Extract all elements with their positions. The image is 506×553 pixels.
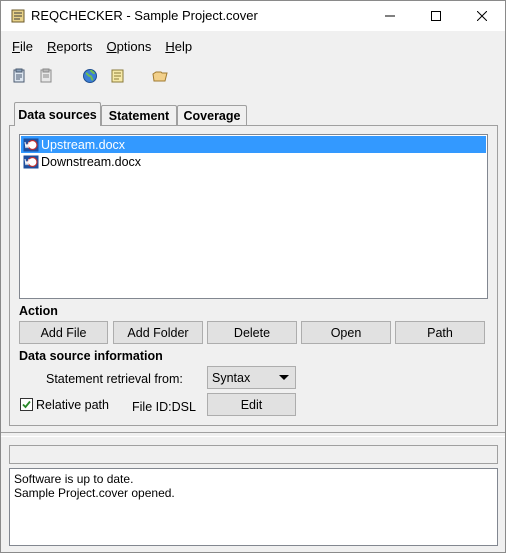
tab-statement[interactable]: Statement — [101, 105, 177, 125]
action-heading: Action — [19, 304, 58, 318]
notebook-icon — [111, 69, 124, 83]
checkmark-icon — [22, 400, 31, 409]
tab-statement-label: Statement — [108, 108, 170, 123]
menu-bar: File Reports Options Help — [1, 32, 505, 60]
tab-coverage[interactable]: Coverage — [177, 105, 247, 125]
open-project-button[interactable] — [37, 67, 55, 85]
maximize-button[interactable] — [413, 1, 459, 31]
globe-button[interactable] — [81, 67, 99, 85]
close-button[interactable] — [459, 1, 505, 31]
data-source-info-heading: Data source information — [19, 349, 163, 363]
tab-data-sources-label: Data sources — [18, 107, 97, 122]
list-item[interactable]: Downstream.docx — [21, 153, 486, 170]
tab-coverage-label: Coverage — [183, 108, 241, 123]
list-item-label: Upstream.docx — [41, 137, 126, 152]
relative-path-checkbox[interactable] — [20, 398, 33, 411]
add-folder-button[interactable]: Add Folder — [113, 321, 203, 344]
log-panel[interactable]: Software is up to date. Sample Project.c… — [9, 468, 498, 546]
title-bar: REQCHECKER - Sample Project.cover — [1, 1, 505, 31]
chevron-down-icon — [279, 375, 289, 380]
splitter[interactable] — [1, 432, 505, 437]
data-source-list[interactable]: Upstream.docx Downstream.docx — [19, 134, 488, 299]
list-item[interactable]: Upstream.docx — [21, 136, 486, 153]
menu-reports-accel: R — [46, 38, 57, 54]
menu-reports-label: eports — [56, 38, 93, 54]
app-window: REQCHECKER - Sample Project.cover File R… — [0, 0, 506, 553]
minimize-icon — [385, 15, 395, 17]
log-line: Software is up to date. — [14, 472, 134, 486]
file-id-label: File ID:DSL — [132, 400, 196, 414]
menu-options-accel: O — [106, 38, 117, 54]
window-title: REQCHECKER - Sample Project.cover — [31, 8, 258, 23]
list-item-label: Downstream.docx — [41, 154, 142, 169]
globe-icon — [83, 69, 97, 83]
menu-file-accel: F — [12, 38, 20, 54]
word-document-icon — [23, 155, 39, 168]
tab-data-sources[interactable]: Data sources — [14, 102, 101, 126]
progress-bar — [9, 445, 498, 464]
close-icon — [477, 11, 487, 21]
menu-options-label: ptions — [116, 38, 152, 54]
toolbar — [1, 61, 505, 91]
app-logo-icon — [10, 8, 26, 24]
menu-reports[interactable]: Reports — [40, 35, 100, 58]
add-file-button[interactable]: Add File — [19, 321, 108, 344]
menu-help-accel: H — [165, 38, 175, 54]
path-button[interactable]: Path — [395, 321, 485, 344]
menu-file[interactable]: File — [5, 35, 40, 58]
open-project-icon — [40, 68, 52, 83]
menu-help[interactable]: Help — [158, 35, 199, 58]
folder-icon — [152, 71, 168, 82]
open-button[interactable]: Open — [301, 321, 391, 344]
word-document-icon — [23, 138, 39, 151]
log-line: Sample Project.cover opened. — [14, 486, 175, 500]
delete-button[interactable]: Delete — [207, 321, 297, 344]
relative-path-label: Relative path — [36, 398, 109, 412]
menu-help-label: elp — [174, 38, 193, 54]
statement-retrieval-select[interactable]: Syntax — [207, 366, 296, 389]
edit-button[interactable]: Edit — [207, 393, 296, 416]
menu-options[interactable]: Options — [100, 35, 159, 58]
statement-retrieval-label: Statement retrieval from: — [46, 372, 183, 386]
minimize-button[interactable] — [367, 1, 413, 31]
data-sources-panel: Upstream.docx Downstream.docx Action Add… — [9, 125, 498, 426]
maximize-icon — [431, 11, 441, 21]
statement-retrieval-value: Syntax — [212, 370, 251, 385]
new-project-icon — [13, 68, 25, 83]
folder-button[interactable] — [151, 67, 169, 85]
notebook-button[interactable] — [108, 67, 126, 85]
new-project-button[interactable] — [10, 67, 28, 85]
menu-file-label: ile — [19, 38, 33, 54]
